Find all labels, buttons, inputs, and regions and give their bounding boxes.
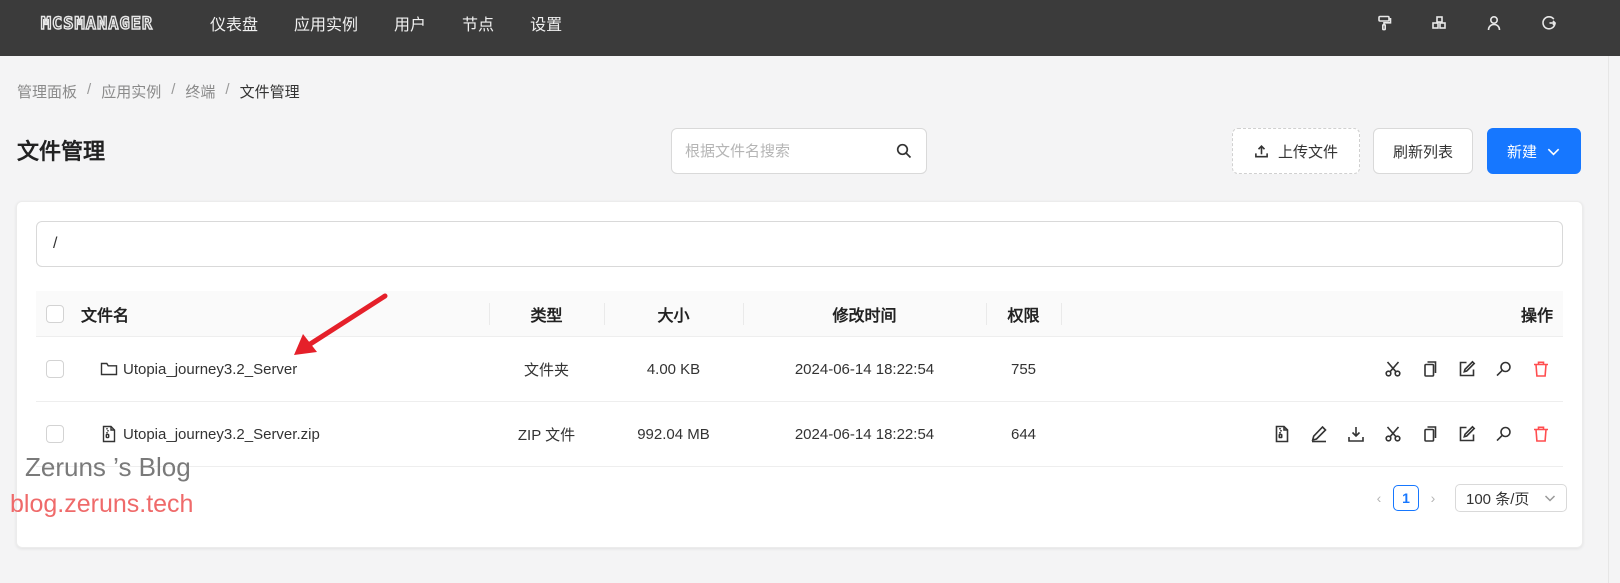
new-dropdown-button[interactable]: 新建	[1487, 128, 1581, 174]
row-checkbox[interactable]	[46, 425, 64, 443]
row-size: 4.00 KB	[646, 360, 701, 378]
row-type: 文件夹	[523, 361, 569, 379]
breadcrumb-item-panel[interactable]: 管理面板	[17, 81, 77, 102]
delete-icon[interactable]	[1531, 359, 1551, 379]
breadcrumb-separator: /	[225, 81, 230, 98]
next-page-icon[interactable]: ›	[1425, 490, 1441, 506]
new-label: 新建	[1506, 143, 1537, 161]
breadcrumb-separator: /	[87, 81, 92, 98]
upload-icon	[1255, 144, 1268, 157]
search-icon[interactable]	[896, 143, 912, 159]
table-row[interactable]: Utopia_journey3.2_Server.zip ZIP 文件 992.…	[36, 402, 1563, 467]
row-name-cell: Utopia_journey3.2_Server	[100, 337, 297, 401]
row-modified: 2024-06-14 18:22:54	[794, 425, 935, 443]
row-type: ZIP 文件	[517, 426, 576, 444]
nav-item-users[interactable]: 用户	[394, 11, 426, 35]
nav-item-nodes[interactable]: 节点	[462, 11, 494, 35]
breadcrumb-item-instances[interactable]: 应用实例	[101, 81, 161, 102]
top-icon-group	[1340, 12, 1560, 34]
edit-icon[interactable]	[1309, 424, 1329, 444]
breadcrumb: 管理面板 / 应用实例 / 终端 / 文件管理	[17, 81, 300, 102]
cut-icon[interactable]	[1383, 424, 1403, 444]
rename-icon[interactable]	[1457, 424, 1477, 444]
nav-item-dashboard[interactable]: 仪表盘	[210, 11, 258, 35]
watermark-url: blog.zeruns.tech	[10, 490, 194, 518]
header-actions: 操作	[1520, 307, 1553, 325]
annotation-arrow-icon	[294, 293, 388, 355]
delete-icon[interactable]	[1531, 424, 1551, 444]
file-name-link[interactable]: Utopia_journey3.2_Server.zip	[123, 426, 320, 443]
download-icon[interactable]	[1346, 424, 1366, 444]
paint-roller-icon[interactable]	[1373, 12, 1395, 34]
row-checkbox-cell	[46, 337, 64, 401]
row-permission: 644	[1010, 425, 1037, 443]
page-title: 文件管理	[17, 139, 106, 164]
select-all-checkbox[interactable]	[46, 304, 64, 323]
column-divider	[1061, 303, 1062, 325]
page-size-value: 100 条/页	[1466, 490, 1530, 508]
main-nav: 仪表盘 应用实例 用户 节点 设置	[210, 0, 598, 46]
page-number-button[interactable]: 1	[1393, 485, 1419, 511]
header-modified[interactable]: 修改时间	[743, 291, 986, 336]
row-size: 992.04 MB	[637, 425, 710, 443]
upload-file-label: 上传文件	[1277, 143, 1338, 161]
zip-file-icon	[102, 425, 116, 443]
breadcrumb-item-terminal[interactable]: 终端	[185, 81, 215, 102]
row-checkbox[interactable]	[46, 360, 64, 378]
app-logo[interactable]: MCSMANAGER	[16, 13, 178, 35]
cut-icon[interactable]	[1383, 359, 1403, 379]
header-size[interactable]: 大小	[604, 291, 743, 336]
page-size-select[interactable]: 100 条/页	[1455, 484, 1567, 512]
row-actions	[1255, 402, 1551, 466]
search-box	[671, 128, 927, 174]
refresh-list-label: 刷新列表	[1392, 143, 1453, 161]
copy-icon[interactable]	[1420, 359, 1440, 379]
header-name[interactable]: 文件名	[81, 291, 129, 336]
permission-search-icon[interactable]	[1494, 359, 1514, 379]
watermark-title: Zeruns ’s Blog	[25, 452, 191, 482]
header-permission[interactable]: 权限	[986, 291, 1061, 336]
nodes-icon[interactable]	[1428, 12, 1450, 34]
pagination: ‹ 1 › 100 条/页	[1371, 484, 1567, 512]
table-row[interactable]: Utopia_journey3.2_Server 文件夹 4.00 KB 202…	[36, 337, 1563, 402]
nav-item-instances[interactable]: 应用实例	[294, 11, 358, 35]
table-header: 文件名 类型 大小 修改时间 权限 操作	[36, 291, 1563, 337]
copy-icon[interactable]	[1420, 424, 1440, 444]
breadcrumb-separator: /	[171, 81, 176, 98]
file-manager-card: 文件名 类型 大小 修改时间 权限 操作 Utopia_journey3.2_S…	[16, 201, 1583, 548]
file-name-link[interactable]: Utopia_journey3.2_Server	[123, 361, 297, 378]
header-type[interactable]: 类型	[489, 291, 604, 336]
header-checkbox-cell	[46, 291, 64, 336]
breadcrumb-current: 文件管理	[239, 84, 300, 101]
prev-page-icon[interactable]: ‹	[1371, 490, 1387, 506]
row-actions	[1366, 337, 1551, 401]
row-permission: 755	[1010, 360, 1037, 378]
upload-file-button[interactable]: 上传文件	[1232, 128, 1360, 174]
user-icon[interactable]	[1483, 12, 1505, 34]
refresh-list-button[interactable]: 刷新列表	[1373, 128, 1473, 174]
chevron-down-icon	[1547, 148, 1560, 155]
permission-search-icon[interactable]	[1494, 424, 1514, 444]
top-navbar: MCSMANAGER 仪表盘 应用实例 用户 节点 设置	[0, 0, 1620, 56]
search-input[interactable]	[672, 129, 882, 173]
current-path-input[interactable]	[36, 221, 1563, 267]
unzip-icon[interactable]	[1272, 424, 1292, 444]
file-table: 文件名 类型 大小 修改时间 权限 操作 Utopia_journey3.2_S…	[36, 291, 1563, 467]
chevron-down-icon	[1544, 495, 1556, 502]
rename-icon[interactable]	[1457, 359, 1477, 379]
folder-icon	[100, 362, 118, 376]
row-modified: 2024-06-14 18:22:54	[794, 360, 935, 378]
page-scrollbar[interactable]	[1608, 56, 1620, 583]
nav-item-settings[interactable]: 设置	[530, 11, 562, 35]
logout-icon[interactable]	[1538, 12, 1560, 34]
